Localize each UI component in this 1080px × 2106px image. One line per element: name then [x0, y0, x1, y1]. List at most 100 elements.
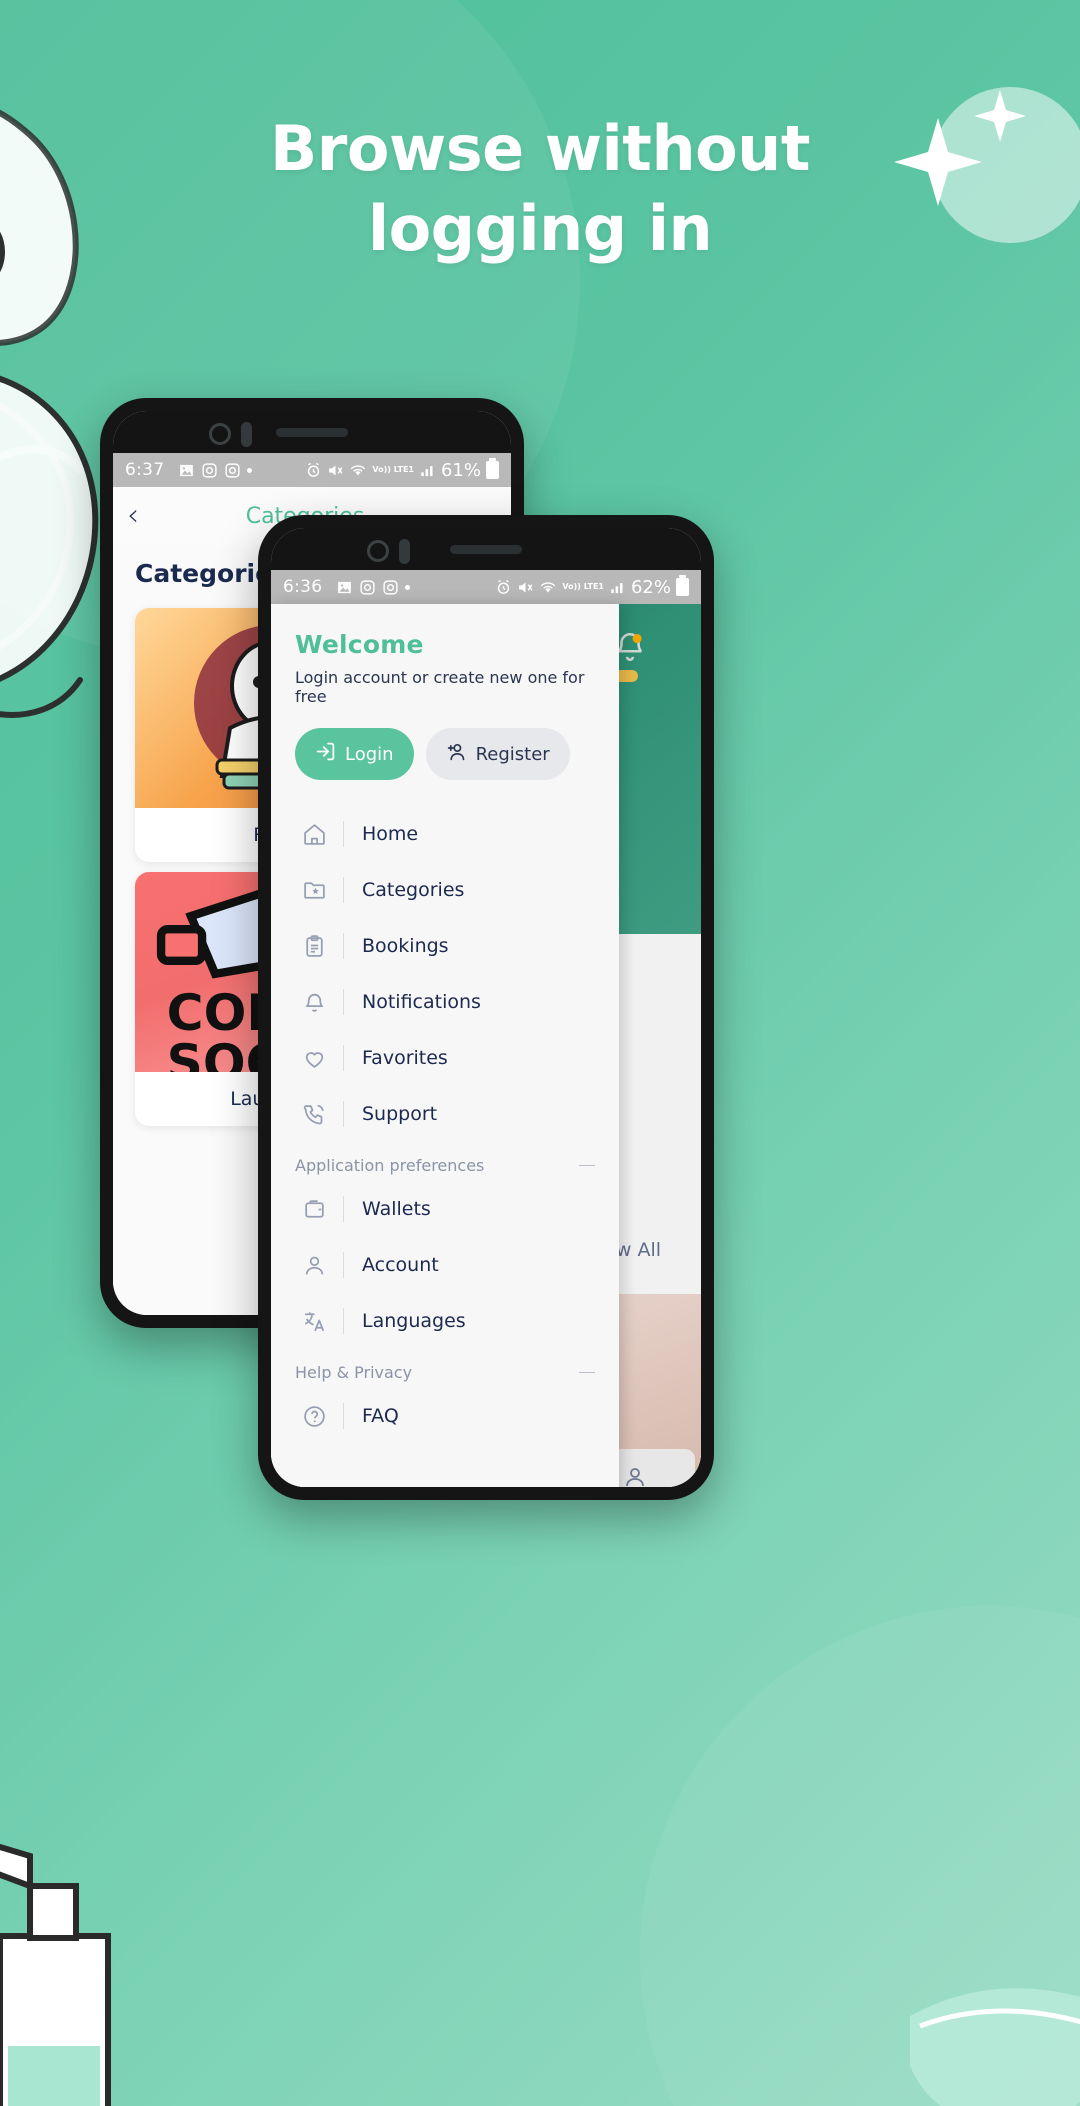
signal-icon: [609, 580, 626, 595]
person-add-icon: [446, 741, 467, 767]
menu-divider: [343, 1101, 344, 1127]
instagram-icon: [224, 462, 241, 479]
register-button-label: Register: [475, 743, 550, 765]
instagram-icon: [359, 579, 376, 596]
menu-item-categories[interactable]: Categories: [271, 862, 619, 918]
menu-divider: [343, 1308, 344, 1334]
camera-ring-icon: [209, 423, 231, 445]
menu-item-label: Favorites: [362, 1047, 448, 1069]
welcome-title: Welcome: [295, 630, 424, 659]
alarm-icon: [495, 579, 512, 596]
phone-notch-front: [271, 528, 701, 570]
headline-line-2: logging in: [367, 192, 713, 265]
menu-item-label: Categories: [362, 879, 465, 901]
menu-divider: [343, 877, 344, 903]
status-time-back: 6:37: [125, 460, 165, 480]
instagram-icon: [201, 462, 218, 479]
volte-icon: Vo)) LTE1: [562, 582, 604, 591]
menu-divider: [343, 821, 344, 847]
dot-icon: [405, 584, 411, 590]
menu-divider: [343, 1403, 344, 1429]
battery-icon: [676, 575, 689, 596]
home-icon: [295, 822, 333, 847]
menu-divider: [343, 1196, 344, 1222]
menu-divider: [343, 1252, 344, 1278]
menu-item-label: Account: [362, 1254, 439, 1276]
bell-icon: [295, 990, 333, 1015]
battery-icon: [486, 458, 499, 479]
battery-percent-back: 61%: [440, 459, 481, 481]
menu-item-bookings[interactable]: Bookings: [271, 918, 619, 974]
headline-line-1: Browse without: [270, 112, 810, 185]
photo-icon: [336, 579, 353, 596]
back-button[interactable]: ‹: [127, 501, 139, 531]
menu-item-notifications[interactable]: Notifications: [271, 974, 619, 1030]
question-circle-icon: [295, 1404, 333, 1429]
folder-star-icon: [295, 878, 333, 903]
menu-item-account[interactable]: Account: [271, 1237, 619, 1293]
menu-item-faq[interactable]: FAQ: [271, 1388, 619, 1444]
menu-item-label: Support: [362, 1103, 438, 1125]
person-icon: [295, 1253, 333, 1278]
navigation-drawer: Welcome Login account or create new one …: [271, 604, 619, 1487]
register-button[interactable]: Register: [425, 728, 570, 780]
drawer-header: Welcome Login account or create new one …: [271, 604, 619, 780]
status-bar-back: 6:37 Vo)) LTE1 61%: [113, 453, 511, 487]
section-application-preferences: Application preferences: [271, 1142, 619, 1181]
status-bar-right-back: Vo)) LTE1 61%: [305, 458, 499, 481]
dot-icon: [247, 467, 253, 473]
menu-divider: [343, 933, 344, 959]
menu-item-label: Wallets: [362, 1198, 431, 1220]
menu-item-home[interactable]: Home: [271, 806, 619, 862]
bubble-decoration: [880, 1926, 1080, 2106]
spray-bottle-illustration: [0, 1816, 200, 2106]
status-time-front: 6:36: [283, 577, 323, 597]
login-arrow-icon: [315, 741, 336, 767]
menu-item-label: Languages: [362, 1310, 466, 1332]
instagram-icon: [382, 579, 399, 596]
status-bar-left-front: 6:36: [283, 577, 495, 597]
heart-icon: [295, 1046, 333, 1071]
status-bar-right-front: Vo)) LTE1 62%: [495, 575, 689, 598]
mute-icon: [517, 579, 534, 596]
menu-item-wallets[interactable]: Wallets: [271, 1181, 619, 1237]
menu-divider: [343, 1045, 344, 1071]
section-title: Help & Privacy: [295, 1363, 413, 1382]
wifi-icon: [539, 579, 557, 596]
menu-item-label: FAQ: [362, 1405, 399, 1427]
battery-percent-front: 62%: [630, 576, 671, 598]
alarm-icon: [305, 462, 322, 479]
menu-item-languages[interactable]: Languages: [271, 1293, 619, 1349]
wallet-icon: [295, 1197, 333, 1222]
menu-item-label: Bookings: [362, 935, 449, 957]
page-headline: Browse without logging in: [0, 118, 1080, 260]
volte-icon: Vo)) LTE1: [372, 465, 414, 474]
section-dash-icon: [579, 1165, 595, 1166]
clipboard-icon: [295, 934, 333, 959]
translate-icon: [295, 1309, 333, 1334]
section-dash-icon: [579, 1372, 595, 1373]
phone-call-icon: [295, 1102, 333, 1127]
earpiece-speaker: [450, 545, 522, 554]
person-icon: [623, 1465, 647, 1487]
mute-icon: [327, 462, 344, 479]
earpiece-speaker: [276, 428, 348, 437]
menu-item-favorites[interactable]: Favorites: [271, 1030, 619, 1086]
camera-pill-icon: [399, 539, 410, 564]
login-button[interactable]: Login: [295, 728, 414, 780]
welcome-subtitle: Login account or create new one for free: [295, 668, 585, 706]
status-bar-left-back: 6:37: [125, 460, 305, 480]
section-title: Application preferences: [295, 1156, 485, 1175]
menu-item-support[interactable]: Support: [271, 1086, 619, 1142]
section-help-privacy: Help & Privacy: [271, 1349, 619, 1388]
status-bar-front: 6:36 Vo)) LTE1 62%: [271, 570, 701, 604]
home-with-drawer-screen: 0 2 7 28 ry es OMING SOON Co: [271, 604, 701, 1487]
camera-pill-icon: [241, 422, 252, 447]
auth-buttons-row: Login Register: [295, 728, 595, 780]
menu-item-label: Home: [362, 823, 419, 845]
photo-icon: [178, 462, 195, 479]
login-button-label: Login: [345, 743, 394, 765]
menu-item-label: Notifications: [362, 991, 481, 1013]
camera-ring-icon: [367, 540, 389, 562]
menu-divider: [343, 989, 344, 1015]
